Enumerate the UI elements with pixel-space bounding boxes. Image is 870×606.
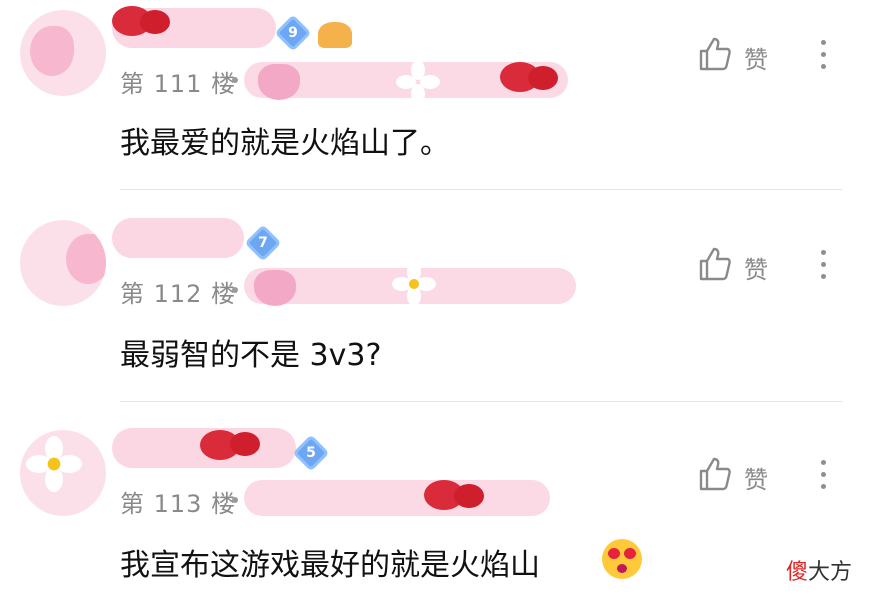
comment-item: 5 第 113 楼 赞 我宣布这游戏最好的就是火焰山 [0, 0, 870, 583]
avatar-heart-decoration [66, 234, 106, 284]
thumbs-up-icon [699, 457, 731, 491]
like-label: 赞 [744, 256, 768, 284]
like-label: 赞 [744, 466, 768, 494]
cherry-decoration [454, 484, 484, 508]
watermark-text: 大方 [807, 560, 852, 585]
comment-text: 我宣布这游戏最好的就是火焰山 [120, 548, 540, 583]
avatar[interactable] [20, 220, 106, 306]
level-badge-icon: 5 [292, 434, 330, 472]
floor-number: 第 112 楼 [120, 280, 237, 308]
more-options-button[interactable] [812, 454, 836, 494]
more-options-button[interactable] [812, 244, 836, 284]
cherry-decoration [230, 432, 260, 456]
heart-decoration [254, 270, 296, 306]
watermark: 傻大方 [786, 554, 852, 586]
divider [120, 401, 842, 402]
heart-eyes-emoji-icon [602, 539, 642, 579]
user-signature-blurred [244, 480, 550, 516]
thumbs-up-icon [699, 247, 731, 281]
like-button[interactable]: 赞 [698, 456, 788, 496]
floor-number: 第 113 楼 [120, 490, 237, 518]
separator-dot [232, 497, 238, 503]
avatar[interactable] [20, 430, 106, 516]
level-badge-icon: 7 [244, 224, 282, 262]
flower-decoration [392, 262, 436, 306]
like-button[interactable]: 赞 [698, 246, 788, 286]
watermark-accent: 傻 [785, 560, 808, 585]
comment-text: 最弱智的不是 3v3? [120, 338, 382, 373]
separator-dot [232, 287, 238, 293]
avatar-flower-decoration [26, 436, 82, 492]
username-blurred[interactable] [112, 218, 244, 258]
